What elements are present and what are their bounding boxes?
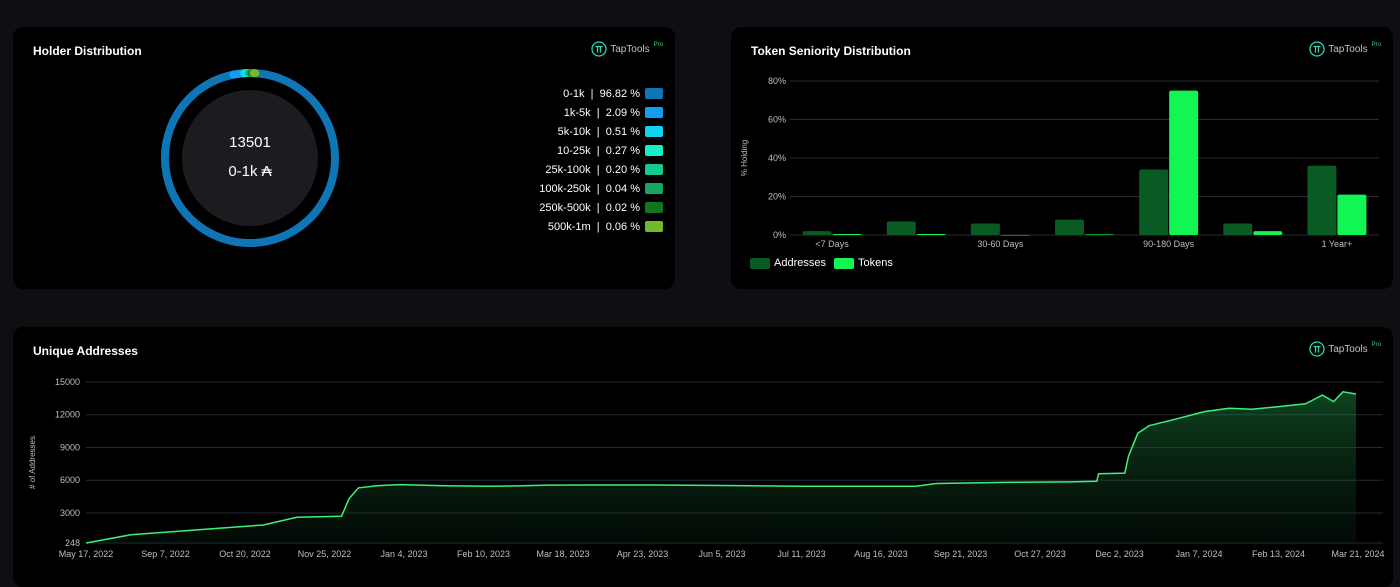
donut-center-value: 13501 (160, 134, 340, 151)
seniority-legend: Addresses Tokens (750, 257, 893, 269)
y-tick-label: 80% (768, 76, 786, 86)
bar-addresses[interactable] (1139, 170, 1168, 235)
x-tick-label: Jun 5, 2023 (698, 549, 745, 559)
legend-swatch (645, 164, 663, 175)
legend-item-label: 500k-1m | 0.06 % (548, 221, 640, 233)
y-tick-label: 15000 (55, 377, 80, 387)
donut-center-disc (182, 90, 318, 226)
taptools-logo-icon (591, 41, 607, 57)
y-tick-label: 0% (773, 230, 786, 240)
x-tick-label: Nov 25, 2022 (298, 549, 352, 559)
x-tick-label: Oct 20, 2022 (219, 549, 271, 559)
brand-suffix: Pro (654, 42, 663, 48)
x-tick-label: Feb 10, 2023 (457, 549, 510, 559)
y-tick-label: 9000 (60, 442, 80, 452)
donut-center-label: 0-1k ₳ (160, 163, 340, 180)
legend-swatch (834, 258, 854, 269)
legend-swatch (645, 107, 663, 118)
x-tick-label: <7 Days (815, 239, 849, 249)
x-tick-label: Dec 2, 2023 (1095, 549, 1144, 559)
legend-item[interactable]: 500k-1m | 0.06 % (493, 217, 663, 236)
y-tick-label: 6000 (60, 475, 80, 485)
x-tick-label: Jul 11, 2023 (777, 549, 825, 559)
x-tick-label: Jan 7, 2024 (1175, 549, 1222, 559)
holder-donut-chart[interactable]: 13501 0-1k ₳ (160, 68, 340, 248)
unique-addresses-chart[interactable]: 248 3000 6000 9000 12000 15000 # of Addresses M… (13, 327, 1393, 571)
bar-addresses[interactable] (803, 231, 832, 235)
bar-tokens[interactable] (1085, 234, 1114, 235)
legend-swatch (645, 183, 663, 194)
legend-swatch (645, 145, 663, 156)
holder-distribution-title: Holder Distribution (33, 44, 142, 58)
legend-label: Addresses (774, 257, 826, 269)
holder-legend: 0-1k | 96.82 % 1k-5k | 2.09 % 5k-10k | 0.5… (493, 84, 663, 236)
bar-tokens[interactable] (917, 234, 946, 235)
legend-item[interactable]: 25k-100k | 0.20 % (493, 160, 663, 179)
x-tick-label: Sep 21, 2023 (934, 549, 988, 559)
bar-addresses[interactable] (1223, 223, 1252, 235)
bar-addresses[interactable] (1055, 220, 1084, 235)
legend-swatch (750, 258, 770, 269)
legend-label: Tokens (858, 257, 893, 269)
y-tick-label: 12000 (55, 410, 80, 420)
legend-item[interactable]: 1k-5k | 2.09 % (493, 103, 663, 122)
y-tick-label: 60% (768, 115, 786, 125)
bar-tokens[interactable] (1001, 235, 1030, 236)
y-axis-title: % Holding (740, 140, 749, 176)
x-tick-label: Sep 7, 2022 (141, 549, 190, 559)
x-tick-label: 90-180 Days (1143, 239, 1195, 249)
x-tick-label: Mar 21, 2024 (1331, 549, 1384, 559)
legend-item-label: 100k-250k | 0.04 % (539, 183, 640, 195)
legend-item[interactable]: 0-1k | 96.82 % (493, 84, 663, 103)
x-tick-label: Apr 23, 2023 (617, 549, 669, 559)
y-tick-label: 40% (768, 153, 786, 163)
y-axis-title: # of Addresses (28, 436, 37, 489)
unique-addresses-card: Unique Addresses TapToolsPro 24830006000… (13, 327, 1393, 587)
token-seniority-chart[interactable]: 0% 20% 40% 60% 80% % Holding <7 Days 30-60 Days… (731, 27, 1393, 289)
x-tick-label: Mar 18, 2023 (536, 549, 589, 559)
x-tick-label: 30-60 Days (977, 239, 1024, 249)
x-tick-label: Aug 16, 2023 (854, 549, 908, 559)
bar-tokens[interactable] (1169, 91, 1198, 235)
legend-item-tokens[interactable]: Tokens (834, 257, 893, 269)
legend-item-label: 250k-500k | 0.02 % (539, 202, 640, 214)
bar-tokens[interactable] (833, 234, 862, 235)
brand-name: TapTools (610, 44, 649, 55)
legend-item-label: 25k-100k | 0.20 % (545, 164, 640, 176)
legend-item[interactable]: 5k-10k | 0.51 % (493, 122, 663, 141)
legend-item-label: 1k-5k | 2.09 % (564, 107, 640, 119)
legend-item-label: 5k-10k | 0.51 % (558, 126, 640, 138)
bar-tokens[interactable] (1253, 231, 1282, 235)
legend-item[interactable]: 250k-500k | 0.02 % (493, 198, 663, 217)
legend-swatch (645, 88, 663, 99)
x-tick-label: Feb 13, 2024 (1252, 549, 1305, 559)
legend-item-label: 10-25k | 0.27 % (557, 145, 640, 157)
token-seniority-card: Token Seniority Distribution TapToolsPro… (731, 27, 1393, 289)
legend-item-label: 0-1k | 96.82 % (563, 88, 640, 100)
y-tick-label: 3000 (60, 508, 80, 518)
bar-tokens[interactable] (1337, 195, 1366, 235)
legend-swatch (645, 126, 663, 137)
x-tick-label: May 17, 2022 (59, 549, 114, 559)
legend-swatch (645, 202, 663, 213)
x-tick-label: Oct 27, 2023 (1014, 549, 1066, 559)
bar-addresses[interactable] (1307, 166, 1336, 235)
x-tick-label: Jan 4, 2023 (380, 549, 427, 559)
taptools-brand[interactable]: TapTools Pro (591, 41, 663, 57)
legend-swatch (645, 221, 663, 232)
y-tick-label: 20% (768, 192, 786, 202)
legend-item-addresses[interactable]: Addresses (750, 257, 826, 269)
holder-distribution-card: Holder Distribution TapTools Pro 13501 0-… (13, 27, 675, 289)
bar-addresses[interactable] (971, 223, 1000, 235)
x-tick-label: 1 Year+ (1322, 239, 1353, 249)
bar-addresses[interactable] (887, 222, 916, 235)
legend-item[interactable]: 10-25k | 0.27 % (493, 141, 663, 160)
legend-item[interactable]: 100k-250k | 0.04 % (493, 179, 663, 198)
y-tick-label: 248 (65, 538, 80, 548)
